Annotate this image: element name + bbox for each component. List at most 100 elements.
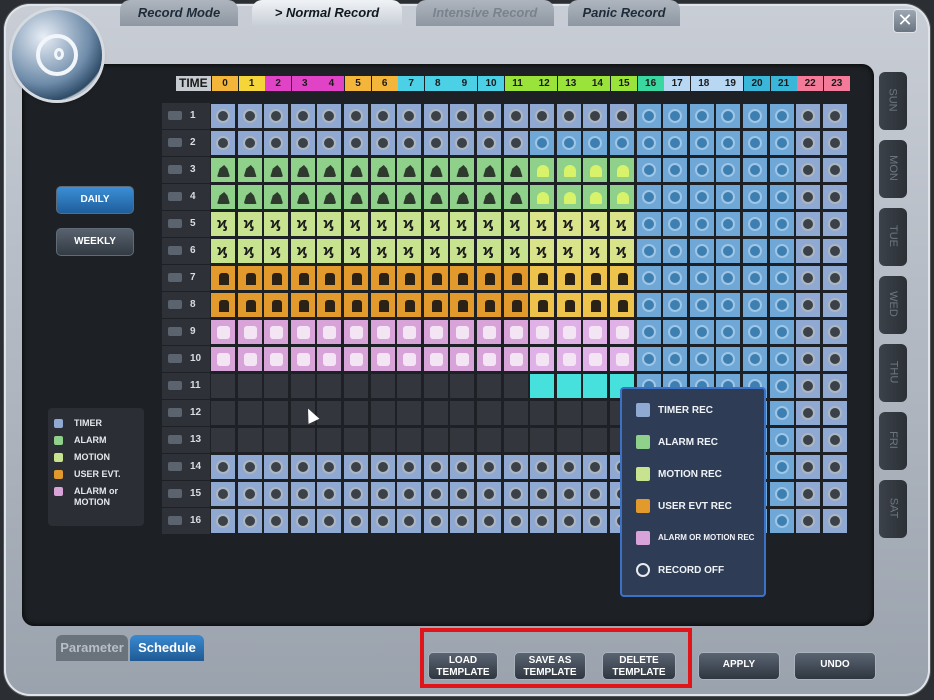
schedule-cell[interactable] (795, 184, 822, 210)
schedule-cell[interactable] (582, 292, 609, 318)
schedule-cell[interactable] (476, 184, 502, 210)
schedule-cell[interactable] (688, 130, 715, 156)
schedule-cell[interactable] (662, 211, 689, 237)
schedule-cell[interactable] (210, 481, 236, 507)
schedule-cell[interactable] (210, 427, 236, 453)
schedule-cell[interactable] (316, 265, 343, 291)
schedule-cell[interactable] (582, 265, 609, 291)
tab-record-mode[interactable]: Record Mode (120, 0, 238, 26)
schedule-cell[interactable] (422, 427, 449, 453)
schedule-cell[interactable] (715, 184, 742, 210)
schedule-cell[interactable]: ϗ (555, 211, 582, 237)
schedule-cell[interactable] (795, 373, 822, 399)
schedule-cell[interactable] (715, 157, 742, 183)
schedule-cell[interactable] (715, 211, 742, 237)
schedule-cell[interactable] (396, 373, 423, 399)
schedule-cell[interactable]: ϗ (529, 238, 556, 264)
schedule-cell[interactable] (795, 103, 822, 129)
schedule-cell[interactable] (555, 130, 582, 156)
schedule-cell[interactable] (422, 103, 449, 129)
schedule-cell[interactable] (316, 427, 343, 453)
schedule-cell[interactable] (768, 211, 795, 237)
schedule-cell[interactable] (635, 103, 662, 129)
schedule-cell[interactable] (795, 238, 822, 264)
schedule-cell[interactable] (316, 130, 343, 156)
schedule-cell[interactable] (476, 400, 502, 426)
schedule-cell[interactable] (210, 265, 236, 291)
apply-button[interactable]: APPLY (698, 652, 780, 680)
schedule-cell[interactable] (821, 184, 848, 210)
schedule-cell[interactable]: ϗ (289, 238, 316, 264)
schedule-cell[interactable] (609, 103, 635, 129)
schedule-cell[interactable] (210, 184, 236, 210)
schedule-cell[interactable] (609, 346, 635, 372)
schedule-cell[interactable] (821, 211, 848, 237)
schedule-cell[interactable] (422, 319, 449, 345)
schedule-cell[interactable] (795, 427, 822, 453)
schedule-cell[interactable] (449, 265, 476, 291)
schedule-cell[interactable] (688, 265, 715, 291)
schedule-cell[interactable] (476, 292, 502, 318)
tab-normal-record[interactable]: > Normal Record (252, 0, 402, 26)
schedule-cell[interactable] (688, 103, 715, 129)
schedule-cell[interactable] (768, 400, 795, 426)
schedule-cell[interactable] (289, 184, 316, 210)
schedule-cell[interactable]: ϗ (396, 211, 423, 237)
schedule-cell[interactable]: ϗ (476, 238, 502, 264)
schedule-cell[interactable] (263, 481, 290, 507)
schedule-cell[interactable] (555, 184, 582, 210)
schedule-cell[interactable] (343, 103, 369, 129)
schedule-cell[interactable]: ϗ (476, 211, 502, 237)
schedule-cell[interactable] (343, 373, 369, 399)
schedule-cell[interactable] (476, 157, 502, 183)
schedule-cell[interactable] (555, 346, 582, 372)
schedule-cell[interactable] (795, 211, 822, 237)
schedule-cell[interactable] (555, 319, 582, 345)
schedule-cell[interactable] (609, 157, 635, 183)
schedule-cell[interactable] (635, 265, 662, 291)
schedule-cell[interactable] (715, 265, 742, 291)
schedule-cell[interactable] (449, 103, 476, 129)
schedule-cell[interactable] (715, 103, 742, 129)
schedule-cell[interactable] (662, 346, 689, 372)
schedule-cell[interactable] (316, 454, 343, 480)
schedule-cell[interactable]: ϗ (236, 211, 263, 237)
schedule-cell[interactable] (715, 319, 742, 345)
schedule-cell[interactable] (529, 400, 556, 426)
schedule-cell[interactable] (449, 427, 476, 453)
schedule-cell[interactable] (343, 400, 369, 426)
schedule-cell[interactable] (476, 481, 502, 507)
day-tab-sun[interactable]: SUN (879, 72, 907, 130)
day-tab-mon[interactable]: MON (879, 140, 907, 198)
schedule-cell[interactable] (555, 103, 582, 129)
schedule-cell[interactable] (555, 292, 582, 318)
schedule-cell[interactable] (502, 346, 529, 372)
schedule-cell[interactable] (529, 454, 556, 480)
schedule-cell[interactable] (582, 319, 609, 345)
schedule-cell[interactable] (263, 400, 290, 426)
schedule-cell[interactable] (263, 103, 290, 129)
schedule-cell[interactable] (236, 265, 263, 291)
schedule-cell[interactable] (210, 103, 236, 129)
tab-intensive-record[interactable]: Intensive Record (416, 0, 554, 26)
schedule-cell[interactable] (582, 184, 609, 210)
schedule-cell[interactable] (369, 346, 396, 372)
schedule-cell[interactable] (609, 184, 635, 210)
schedule-cell[interactable] (768, 157, 795, 183)
schedule-cell[interactable] (396, 130, 423, 156)
schedule-cell[interactable] (742, 346, 768, 372)
schedule-cell[interactable] (795, 400, 822, 426)
schedule-cell[interactable] (609, 319, 635, 345)
schedule-cell[interactable] (449, 319, 476, 345)
schedule-cell[interactable]: ϗ (422, 211, 449, 237)
schedule-cell[interactable] (502, 319, 529, 345)
schedule-cell[interactable] (635, 211, 662, 237)
schedule-cell[interactable] (795, 346, 822, 372)
schedule-cell[interactable] (369, 265, 396, 291)
schedule-cell[interactable] (476, 319, 502, 345)
schedule-cell[interactable] (476, 346, 502, 372)
schedule-cell[interactable]: ϗ (609, 211, 635, 237)
schedule-cell[interactable]: ϗ (555, 238, 582, 264)
schedule-cell[interactable] (316, 508, 343, 534)
day-tab-sat[interactable]: SAT (879, 480, 907, 538)
